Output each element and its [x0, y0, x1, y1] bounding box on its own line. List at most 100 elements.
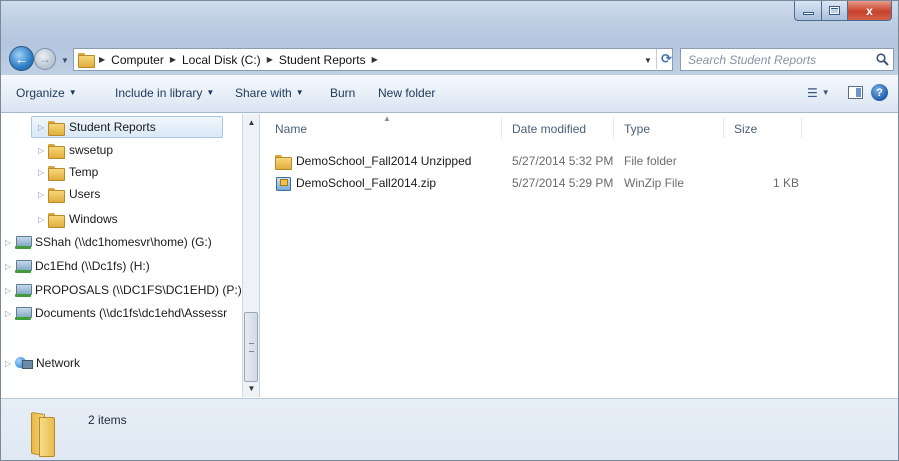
- chevron-down-icon: ▼: [206, 88, 215, 97]
- nav-drive-h[interactable]: ▷ Dc1Ehd (\\Dc1fs) (H:): [5, 255, 150, 277]
- expand-icon[interactable]: ▷: [38, 123, 48, 132]
- network-drive-icon: [15, 235, 32, 249]
- zip-file-icon: [275, 176, 291, 191]
- include-in-library-menu[interactable]: Include in library ▼: [115, 86, 214, 100]
- address-history-dropdown[interactable]: ▼: [644, 56, 652, 65]
- change-view-button[interactable]: ☰ ▼: [807, 86, 830, 100]
- expand-icon[interactable]: ▷: [5, 262, 15, 271]
- column-divider[interactable]: [501, 118, 502, 138]
- network-drive-icon: [15, 306, 32, 320]
- nav-drive-documents[interactable]: ▷ Documents (\\dc1fs\dc1ehd\Assessr: [5, 302, 242, 324]
- search-icon[interactable]: [876, 53, 889, 66]
- file-row[interactable]: DemoSchool_Fall2014 Unzipped 5/27/2014 5…: [275, 151, 795, 173]
- file-name-cell[interactable]: DemoSchool_Fall2014 Unzipped: [275, 154, 471, 170]
- scroll-down-button[interactable]: ▼: [243, 380, 260, 397]
- help-button[interactable]: ?: [871, 84, 888, 101]
- file-row[interactable]: DemoSchool_Fall2014.zip 5/27/2014 5:29 P…: [275, 173, 799, 195]
- folder-icon: [48, 120, 65, 136]
- forward-button[interactable]: →: [34, 48, 56, 70]
- refresh-icon: ⟳: [661, 51, 672, 66]
- expand-icon[interactable]: ▷: [5, 309, 15, 318]
- close-icon: x: [866, 3, 873, 18]
- close-button[interactable]: x: [848, 1, 892, 21]
- navigation-pane[interactable]: ▷ Student Reports ▷ swsetup ▷ Temp ▷ Use…: [1, 114, 260, 397]
- nav-drive-label: SShah (\\dc1homesvr\home) (G:): [35, 235, 212, 249]
- file-size: 1 KB: [773, 176, 800, 190]
- column-header-name[interactable]: Name: [275, 122, 307, 136]
- forward-arrow-icon: →: [39, 52, 51, 66]
- breadcrumb-separator-icon[interactable]: ▶: [99, 55, 105, 64]
- scroll-up-icon: ▲: [247, 118, 256, 127]
- title-bar[interactable]: x: [1, 1, 898, 43]
- breadcrumb-local-disk[interactable]: Local Disk (C:): [182, 53, 261, 67]
- file-name: DemoSchool_Fall2014.zip: [296, 176, 437, 190]
- expand-icon[interactable]: ▷: [5, 286, 15, 295]
- share-with-menu[interactable]: Share with ▼: [235, 86, 304, 100]
- back-arrow-icon: ←: [14, 50, 29, 67]
- nav-drive-p[interactable]: ▷ PROPOSALS (\\DC1FS\DC1EHD) (P:): [5, 279, 242, 301]
- network-drive-icon: [15, 259, 32, 273]
- expand-icon[interactable]: ▷: [5, 238, 15, 247]
- maximize-icon: [829, 6, 840, 15]
- back-button[interactable]: ←: [9, 46, 34, 71]
- file-date: 5/27/2014 5:29 PM: [512, 176, 614, 190]
- minimize-button[interactable]: [794, 1, 822, 21]
- view-list-icon: ☰: [807, 86, 818, 100]
- details-pane: 2 items: [1, 398, 898, 460]
- column-divider[interactable]: [613, 118, 614, 138]
- breadcrumb-separator-icon[interactable]: ▶: [267, 55, 273, 64]
- nav-folder-swsetup[interactable]: ▷ swsetup: [38, 139, 113, 161]
- minimize-icon: [802, 12, 814, 15]
- nav-drive-label: Documents (\\dc1fs\dc1ehd\Assessr: [35, 306, 228, 320]
- breadcrumb-student-reports[interactable]: Student Reports: [279, 53, 366, 67]
- column-header-type[interactable]: Type: [624, 122, 650, 136]
- breadcrumb-computer[interactable]: Computer: [111, 53, 164, 67]
- file-type: File folder: [624, 154, 677, 168]
- preview-pane-button[interactable]: [848, 86, 863, 99]
- column-divider[interactable]: [801, 118, 802, 138]
- search-box[interactable]: [680, 48, 894, 71]
- expand-icon[interactable]: ▷: [38, 215, 48, 224]
- nav-folder-student-reports[interactable]: ▷ Student Reports: [31, 116, 223, 138]
- column-header-date-modified[interactable]: Date modified: [512, 122, 586, 136]
- include-in-library-label: Include in library: [115, 86, 203, 100]
- refresh-button[interactable]: ⟳: [656, 49, 676, 69]
- address-bar[interactable]: ▶ Computer ▶ Local Disk (C:) ▶ Student R…: [73, 48, 673, 71]
- help-icon: ?: [876, 86, 883, 99]
- folder-icon: [48, 143, 65, 159]
- address-row: ← → ▼ ▶ Computer ▶ Local Disk (C:) ▶ Stu…: [1, 43, 898, 75]
- maximize-button[interactable]: [822, 1, 848, 21]
- expand-icon[interactable]: ▷: [38, 168, 48, 177]
- nav-folder-label: Student Reports: [69, 120, 156, 134]
- nav-folder-label: swsetup: [69, 143, 114, 157]
- organize-menu[interactable]: Organize ▼: [16, 86, 77, 100]
- breadcrumb-separator-icon[interactable]: ▶: [170, 55, 176, 64]
- nav-network[interactable]: ▷ Network: [5, 352, 80, 374]
- nav-drive-g[interactable]: ▷ SShah (\\dc1homesvr\home) (G:): [5, 231, 212, 253]
- expand-icon[interactable]: ▷: [38, 146, 48, 155]
- breadcrumb-separator-icon[interactable]: ▶: [372, 55, 378, 64]
- burn-button[interactable]: Burn: [330, 86, 355, 100]
- scrollbar-thumb[interactable]: [244, 312, 258, 382]
- organize-label: Organize: [16, 86, 65, 100]
- new-folder-button[interactable]: New folder: [378, 86, 435, 100]
- column-divider[interactable]: [723, 118, 724, 138]
- nav-folder-users[interactable]: ▷ Users: [38, 183, 100, 205]
- file-list[interactable]: ▲ Name Date modified Type Size DemoSchoo…: [261, 114, 898, 397]
- nav-folder-label: Temp: [69, 165, 99, 179]
- file-name-cell[interactable]: DemoSchool_Fall2014.zip: [275, 176, 437, 191]
- folder-icon: [31, 413, 55, 457]
- search-input[interactable]: [688, 52, 868, 67]
- nav-pane-scrollbar[interactable]: ▲ ▼: [242, 114, 259, 397]
- recent-pages-dropdown[interactable]: ▼: [61, 56, 69, 65]
- expand-icon[interactable]: ▷: [38, 190, 48, 199]
- column-header-size[interactable]: Size: [734, 122, 757, 136]
- nav-folder-windows[interactable]: ▷ Windows: [38, 208, 118, 230]
- chevron-down-icon: ▼: [68, 88, 77, 97]
- nav-folder-temp[interactable]: ▷ Temp: [38, 161, 98, 183]
- expand-icon[interactable]: ▷: [5, 359, 15, 368]
- breadcrumb: ▶ Computer ▶ Local Disk (C:) ▶ Student R…: [93, 53, 384, 67]
- file-date: 5/27/2014 5:32 PM: [512, 154, 614, 168]
- scroll-up-button[interactable]: ▲: [243, 114, 260, 131]
- folder-icon: [48, 212, 65, 228]
